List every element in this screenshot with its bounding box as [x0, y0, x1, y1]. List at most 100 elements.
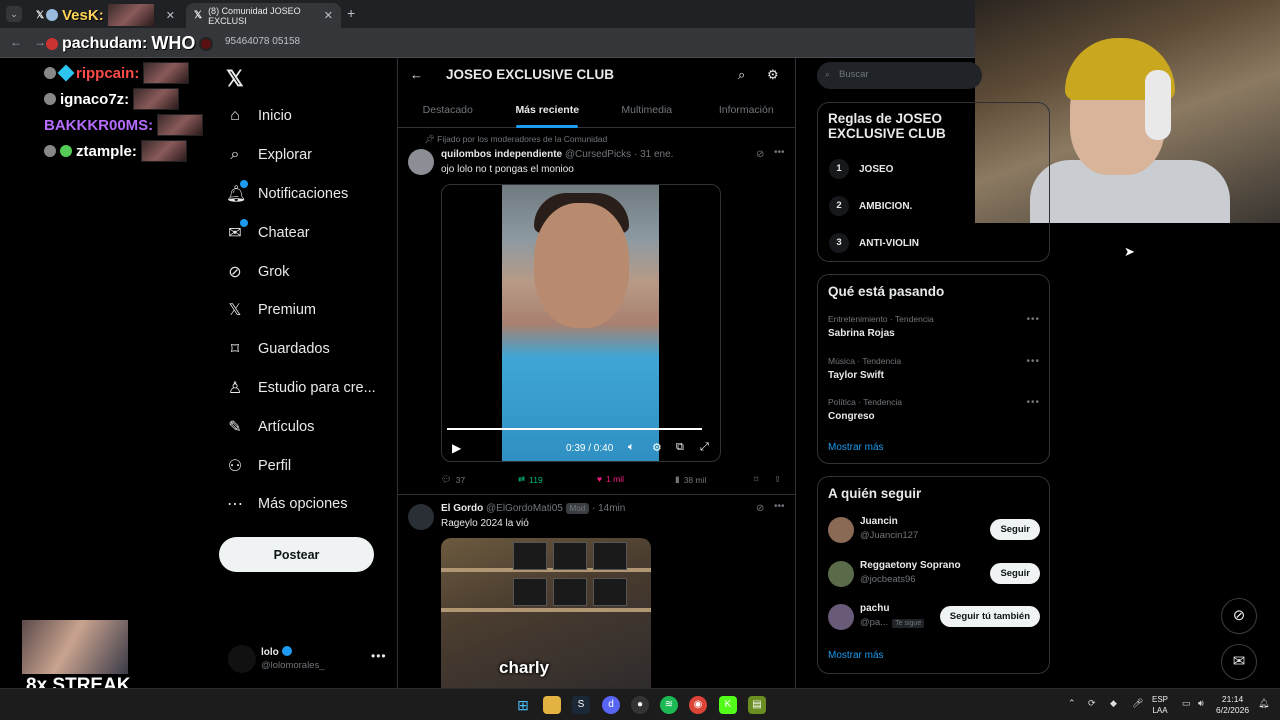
- tray-chevron-icon[interactable]: ⌃: [1068, 698, 1076, 709]
- search-input[interactable]: ⌕ Buscar: [817, 62, 982, 89]
- post-more-icon[interactable]: •••: [774, 501, 785, 512]
- fullscreen-icon[interactable]: ⤢: [700, 441, 709, 454]
- windows-start-icon[interactable]: ⊞: [514, 696, 532, 714]
- post-handle[interactable]: @CursedPicks: [565, 149, 631, 160]
- tray-mic-icon[interactable]: 🎤︎: [1132, 698, 1143, 709]
- tab-destacado[interactable]: Destacado: [398, 95, 498, 127]
- grok-explain-icon[interactable]: ⊘: [756, 149, 764, 160]
- file-explorer-icon[interactable]: [543, 696, 561, 714]
- follow-button[interactable]: Seguir: [990, 562, 1040, 584]
- account-switcher[interactable]: lolo @lolomorales_ •••: [228, 643, 388, 675]
- avatar[interactable]: [408, 149, 434, 175]
- sidebar-item-art-culos[interactable]: ✎ Artículos: [218, 407, 398, 446]
- tab-search-button[interactable]: ⌄: [6, 6, 22, 22]
- share-button[interactable]: ⇪: [774, 474, 781, 485]
- post-more-icon[interactable]: •••: [774, 147, 785, 158]
- sidebar-item-explorar[interactable]: ⌕ Explorar: [218, 136, 398, 175]
- language-indicator[interactable]: ESP LAA: [1152, 694, 1168, 716]
- follow-button[interactable]: Seguir: [990, 519, 1040, 540]
- reply-button[interactable]: 💬︎ 37: [441, 474, 465, 485]
- follow-show-more-link[interactable]: Mostrar más: [828, 650, 884, 661]
- rule-item[interactable]: 1 JOSEO: [829, 159, 893, 179]
- x-logo-icon[interactable]: 𝕏: [226, 66, 244, 92]
- tray-sync-icon[interactable]: ⟳: [1088, 698, 1096, 709]
- post-handle[interactable]: @ElGordoMati05: [486, 503, 563, 514]
- follow-suggestion[interactable]: pachu @pa... Te sigue Seguir tú también: [828, 602, 1040, 632]
- trend-category: Política · Tendencia: [828, 397, 903, 407]
- rule-item[interactable]: 3 ANTI-VIOLIN: [829, 233, 919, 253]
- rule-item[interactable]: 2 AMBICION.: [829, 196, 912, 216]
- sidebar-item-chatear[interactable]: ✉ Chatear: [218, 213, 398, 252]
- video-progress-bar[interactable]: [447, 428, 703, 430]
- chrome-icon[interactable]: ◉: [689, 696, 707, 714]
- sidebar-item-m-s-opciones[interactable]: ⋯ Más opciones: [218, 485, 398, 524]
- obs-icon[interactable]: ●: [631, 696, 649, 714]
- sidebar-item-guardados[interactable]: ⌑ Guardados: [218, 330, 398, 369]
- sidebar-item-premium[interactable]: 𝕏 Premium: [218, 291, 398, 330]
- search-icon[interactable]: ⌕: [738, 67, 745, 83]
- tray-shield-icon[interactable]: ◆: [1110, 698, 1117, 709]
- post-author[interactable]: El Gordo: [441, 503, 483, 514]
- trend-item[interactable]: Música · Tendencia Taylor Swift •••: [828, 356, 1040, 381]
- grok-explain-icon[interactable]: ⊘: [756, 503, 764, 514]
- back-arrow-icon[interactable]: ←: [410, 67, 423, 82]
- messages-fab-icon[interactable]: ✉: [1221, 644, 1257, 680]
- steam-icon[interactable]: S: [572, 696, 590, 714]
- follow-suggestion[interactable]: Juancin @Juancin127 Seguir: [828, 515, 1040, 545]
- play-icon[interactable]: ▶: [452, 441, 461, 455]
- avatar[interactable]: [828, 517, 854, 543]
- user-badge-icon: [44, 93, 56, 105]
- views-button[interactable]: ▮ 38 mil: [675, 474, 706, 485]
- tab-informaci-n[interactable]: Información: [697, 95, 796, 127]
- tab-m-s-reciente[interactable]: Más reciente: [498, 95, 598, 127]
- more-icon[interactable]: •••: [371, 649, 387, 663]
- kick-icon[interactable]: K: [719, 696, 737, 714]
- trends-show-more-link[interactable]: Mostrar más: [828, 442, 884, 453]
- system-clock[interactable]: 21:14 6/2/2026: [1216, 694, 1249, 716]
- trend-more-icon[interactable]: •••: [1026, 314, 1040, 325]
- follow-suggestion[interactable]: Reggaetony Soprano @jocbeats96 Seguir: [828, 559, 1040, 589]
- bookmark-button[interactable]: ⌑: [754, 474, 758, 485]
- post-author[interactable]: quilombos independiente: [441, 149, 562, 160]
- profile-icon: ⚇: [227, 457, 243, 475]
- tab-multimedia[interactable]: Multimedia: [597, 95, 697, 127]
- close-tab-1-icon[interactable]: ✕: [166, 9, 175, 22]
- repost-button[interactable]: ⇄ 119: [518, 474, 543, 485]
- sidebar-item-perfil[interactable]: ⚇ Perfil: [218, 446, 398, 485]
- spotify-icon[interactable]: ≋: [660, 696, 678, 714]
- avatar[interactable]: [408, 504, 434, 530]
- notifications-icon[interactable]: 🔔︎: [1258, 698, 1269, 709]
- video-player[interactable]: ▶ 0:39 / 0:40 🔈︎ ⚙ ⧉ ⤢: [441, 184, 721, 462]
- sidebar-item-grok[interactable]: ⊘ Grok: [218, 252, 398, 291]
- tray-volume-icon[interactable]: 🔊︎: [1198, 698, 1204, 709]
- tray-network-icon[interactable]: ▭: [1182, 698, 1191, 709]
- avatar[interactable]: [828, 560, 854, 587]
- follow-button[interactable]: Seguir tú también: [939, 606, 1040, 627]
- app-icon[interactable]: ▤: [748, 696, 766, 714]
- discord-icon[interactable]: d: [602, 696, 620, 714]
- trend-item[interactable]: Política · Tendencia Congreso •••: [828, 397, 1040, 422]
- video-settings-icon[interactable]: ⚙: [652, 441, 662, 454]
- sidebar-item-notificaciones[interactable]: 🔔︎ Notificaciones: [218, 175, 398, 214]
- volume-icon[interactable]: 🔈︎: [628, 441, 635, 454]
- grok-fab-icon[interactable]: ⊘: [1221, 598, 1257, 634]
- trend-more-icon[interactable]: •••: [1026, 397, 1040, 408]
- post-image[interactable]: charly: [441, 538, 651, 688]
- url-text[interactable]: 95464078 05158: [225, 36, 300, 47]
- sidebar-item-inicio[interactable]: ⌂ Inicio: [218, 97, 398, 136]
- notification-dot-icon: [240, 218, 248, 227]
- like-button[interactable]: ♥ 1 mil: [597, 474, 624, 484]
- new-tab-button[interactable]: +: [347, 5, 355, 21]
- sidebar-item-estudio-para-cre[interactable]: ♙ Estudio para cre...: [218, 369, 398, 408]
- settings-gear-icon[interactable]: ⚙: [767, 67, 779, 83]
- browser-tab-2[interactable]: 𝕏 (8) Comunidad JOSEO EXCLUSI ✕: [186, 3, 341, 28]
- pip-icon[interactable]: ⧉: [676, 441, 684, 454]
- post-button[interactable]: Postear: [219, 537, 374, 572]
- trend-more-icon[interactable]: •••: [1026, 356, 1040, 367]
- back-nav-icon[interactable]: ←: [10, 35, 22, 49]
- trend-item[interactable]: Entretenimiento · Tendencia Sabrina Rojas…: [828, 314, 1040, 339]
- trend-title: Sabrina Rojas: [828, 328, 895, 339]
- forward-nav-icon[interactable]: →: [34, 35, 46, 49]
- close-tab-2-icon[interactable]: ✕: [324, 9, 333, 22]
- avatar[interactable]: [828, 604, 854, 630]
